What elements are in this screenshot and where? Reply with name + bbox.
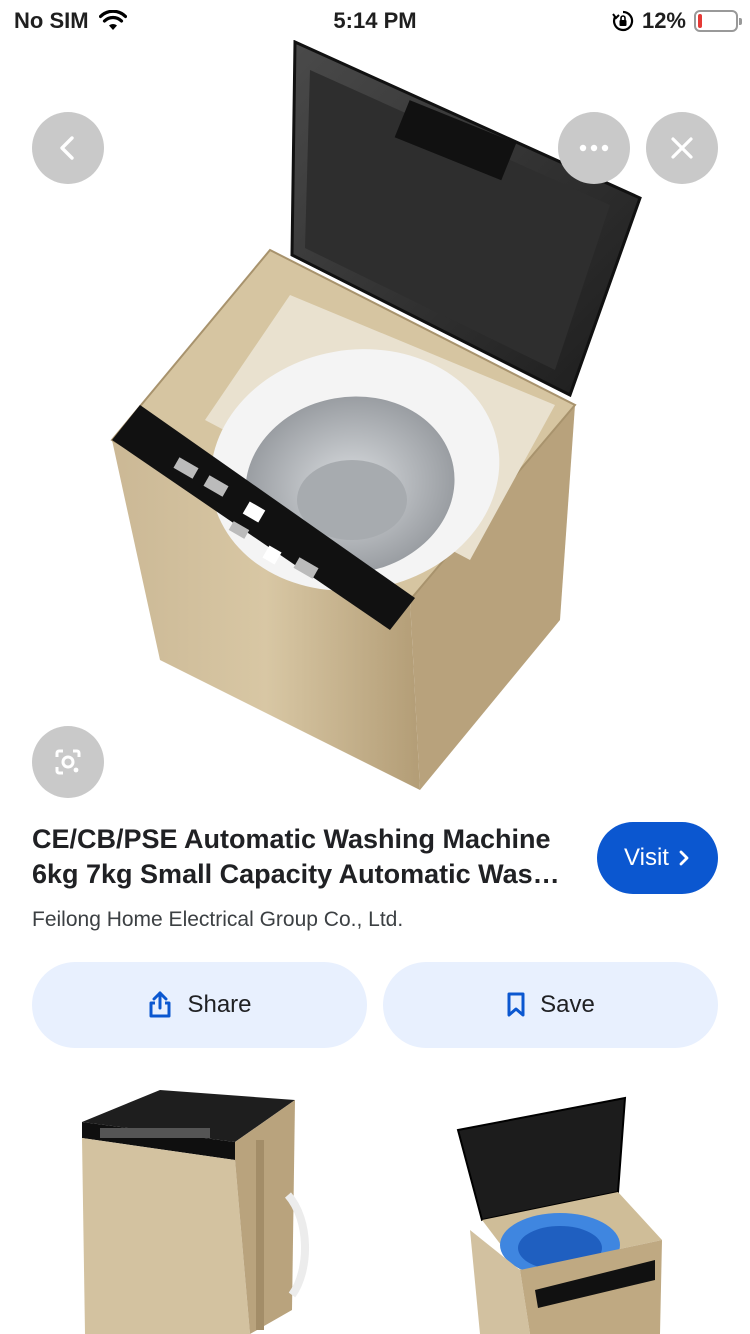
orientation-lock-icon: [612, 10, 634, 32]
battery-level: [698, 14, 703, 28]
source-name[interactable]: Feilong Home Electrical Group Co., Ltd.: [32, 908, 403, 932]
status-right: 12%: [612, 8, 742, 34]
washing-machine-thumbnail-open: [456, 1096, 662, 1334]
chevron-left-icon: [60, 136, 74, 160]
save-label: Save: [540, 991, 595, 1018]
visit-button[interactable]: Visit: [597, 822, 718, 894]
close-button[interactable]: [646, 112, 718, 184]
close-icon: [671, 137, 693, 159]
battery-percent: 12%: [641, 8, 686, 33]
battery-icon: [694, 10, 742, 32]
chevron-right-icon: [679, 850, 689, 866]
more-horizontal-icon: [579, 144, 609, 152]
save-button[interactable]: Save: [383, 962, 718, 1048]
more-options-button[interactable]: [558, 112, 630, 184]
result-title-area: CE/CB/PSE Automatic Washing Machine 6kg …: [32, 822, 582, 892]
washing-machine-thumbnail: [82, 1090, 310, 1334]
bookmark-icon: [507, 992, 525, 1017]
lens-search-icon: [55, 749, 81, 775]
share-icon: [149, 991, 171, 1018]
share-button[interactable]: Share: [32, 962, 367, 1048]
share-label: Share: [187, 991, 252, 1018]
status-bar: No SIM 5:14 PM 12%: [0, 0, 750, 42]
back-button[interactable]: [32, 112, 104, 184]
visit-label: Visit: [624, 844, 669, 871]
washing-machine-image: [110, 39, 642, 790]
product-image[interactable]: [0, 39, 750, 800]
related-image-2[interactable]: [440, 1080, 680, 1334]
product-title[interactable]: CE/CB/PSE Automatic Washing Machine 6kg …: [32, 822, 582, 892]
lens-search-button[interactable]: [32, 726, 104, 798]
related-image-1[interactable]: [60, 1080, 320, 1334]
